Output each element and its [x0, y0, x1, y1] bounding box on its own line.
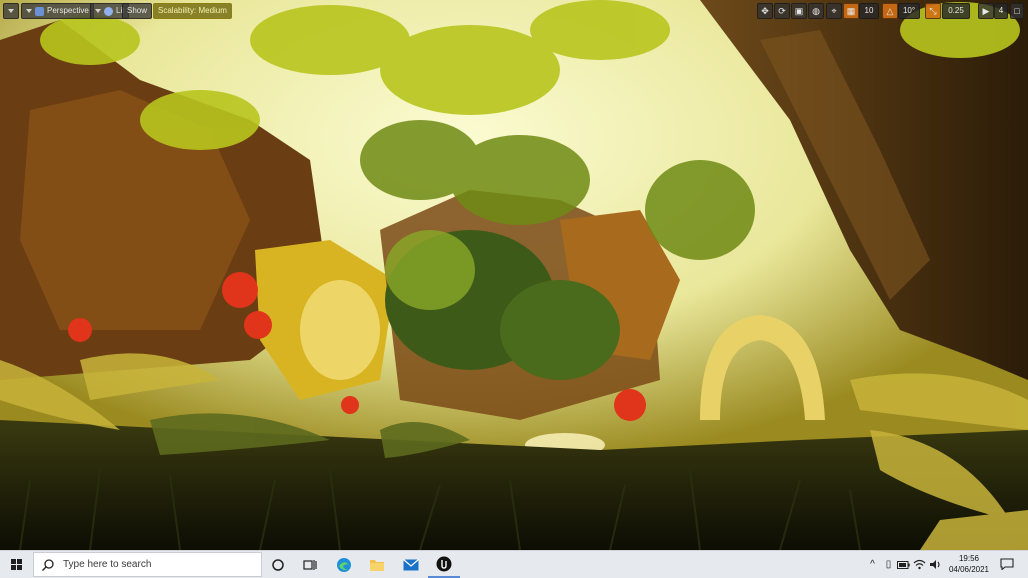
taskbar-search-box[interactable] [33, 552, 262, 577]
chevron-down-icon [8, 9, 14, 13]
wifi-icon[interactable] [913, 558, 926, 571]
clock-date: 04/06/2021 [948, 565, 990, 574]
battery-icon[interactable] [897, 558, 910, 571]
perspective-icon [35, 6, 44, 16]
cortana-button[interactable] [262, 551, 294, 578]
unreal-engine-icon [436, 556, 452, 571]
windows-logo-icon [11, 559, 22, 570]
windows-taskbar: ^ ▯ 19:56 04/06/2021 [0, 550, 1028, 578]
folder-icon [370, 559, 384, 571]
rotate-tool-icon[interactable]: ⟳ [774, 3, 790, 19]
search-icon [42, 558, 54, 571]
file-explorer-app-button[interactable] [361, 551, 393, 578]
view-mode-button[interactable]: Perspective [21, 3, 94, 19]
taskbar-clock[interactable]: 19:56 04/06/2021 [944, 553, 994, 575]
task-view-button[interactable] [294, 551, 326, 578]
show-flags-button[interactable]: Show [122, 3, 153, 19]
notifications-icon[interactable] [1000, 558, 1014, 570]
chevron-down-icon [95, 9, 101, 13]
surface-snap-icon[interactable]: ⌖ [826, 3, 842, 19]
scalability-label: Scalability: Medium [158, 6, 227, 15]
mail-icon [403, 558, 419, 570]
mail-app-button[interactable] [395, 551, 427, 578]
start-button[interactable] [0, 551, 33, 578]
scale-tool-icon[interactable]: ▣ [791, 3, 807, 19]
rotation-snap-value[interactable]: 10° [898, 3, 920, 19]
edge-app-button[interactable] [328, 551, 360, 578]
translate-tool-icon[interactable]: ✥ [757, 3, 773, 19]
scale-snap-value[interactable]: 0.25 [942, 3, 970, 19]
view-mode-label: Perspective [47, 6, 89, 15]
world-local-icon[interactable]: ◍ [808, 3, 824, 19]
grid-snap-icon[interactable]: ▦ [843, 3, 859, 19]
show-hidden-icons-chevron-icon[interactable]: ^ [866, 558, 879, 571]
scalability-badge[interactable]: Scalability: Medium [153, 3, 232, 19]
maximize-viewport-icon[interactable]: □ [1010, 3, 1024, 19]
device-tray-icon[interactable]: ▯ [882, 558, 895, 571]
chevron-down-icon [26, 9, 32, 13]
lit-sphere-icon [104, 6, 113, 16]
volume-icon[interactable] [929, 558, 942, 571]
clock-time: 19:56 [958, 554, 980, 563]
scale-snap-icon[interactable]: ⤡ [925, 3, 941, 19]
search-input[interactable] [61, 558, 255, 571]
cortana-icon [272, 558, 284, 571]
grid-snap-value[interactable]: 10 [859, 3, 879, 19]
scene-render [0, 0, 1028, 550]
unreal-engine-app-button[interactable] [428, 551, 460, 578]
camera-speed-icon[interactable]: ▶ [978, 3, 994, 19]
rotation-snap-icon[interactable]: △ [882, 3, 898, 19]
task-view-icon [303, 559, 317, 570]
camera-speed-value[interactable]: 4 [994, 3, 1008, 19]
viewport-options-button[interactable] [3, 3, 19, 19]
show-flags-label: Show [127, 6, 148, 15]
edge-browser-icon [337, 557, 351, 572]
editor-viewport[interactable]: Perspective Lit Show Scalability: Medium… [0, 0, 1028, 550]
